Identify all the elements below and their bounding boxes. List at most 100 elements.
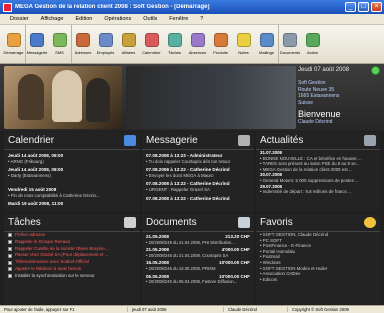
menu-bar: Dossier Affichage Edition Opérations Out… xyxy=(0,14,384,25)
document-item[interactable]: 05.05.2008 10'000.00 CHF • 20/2008/240 du… xyxy=(142,274,254,285)
toolbar-button-calendrier[interactable]: Calendrier xyxy=(140,25,163,63)
menu-help[interactable]: ? xyxy=(194,16,209,22)
toolbar-label: SMS xyxy=(55,50,64,55)
toolbar-button-notes[interactable]: Notes xyxy=(232,25,255,63)
app-icon xyxy=(3,2,12,12)
toolbar-button-adresses[interactable]: Adresses xyxy=(71,25,94,63)
start-page: Jeudi 07 août 2008 Soft Gestion Route Ne… xyxy=(0,64,384,305)
demarrage-icon xyxy=(6,33,21,47)
toolbar-button-sms[interactable]: SMS xyxy=(48,25,71,63)
message-item[interactable]: 07.08.2008 à 13:22 - Catherine Décrind • … xyxy=(142,167,254,178)
toolbar-label: Documents xyxy=(279,50,301,55)
menu-affichage[interactable]: Affichage xyxy=(35,16,70,22)
calendar-event[interactable]: Jeudi 14 août 2008, 08:00 • ARNG (Fribour… xyxy=(4,153,140,164)
calendar-event[interactable]: Mardi 19 août 2008, 11:00 xyxy=(4,201,140,207)
toolbar-button-documents[interactable]: Documents xyxy=(278,25,301,63)
message-item[interactable]: 07.08.2008 à 13:23 - Administrateur • Tu … xyxy=(142,153,254,164)
task-checkbox[interactable] xyxy=(8,267,12,272)
task-checkbox[interactable] xyxy=(8,260,12,265)
task-item[interactable]: Installer la synchronisation sur le serv… xyxy=(4,273,140,280)
window-title-bar: MEGA Gestion de la relation client 2008 … xyxy=(0,0,384,14)
document-item[interactable]: 21.05.2008 4'000.00 CHF • 20/2008/246 du … xyxy=(142,247,254,258)
documents-icon xyxy=(283,33,297,47)
toolbar-button-produits[interactable]: Produits xyxy=(209,25,232,63)
task-item[interactable]: Fichier adresse xyxy=(4,232,140,239)
toolbar-button-mailings[interactable]: Mailings xyxy=(255,25,278,63)
action-icon xyxy=(305,33,320,47)
toolbar-label: Notes xyxy=(238,50,249,55)
sms-icon xyxy=(52,33,67,47)
menu-fenetre[interactable]: Fenêtre xyxy=(163,16,194,22)
calendar-panel-cont: Vendredi 15 août 2008 • Fin de mois compt… xyxy=(4,184,140,212)
task-item[interactable]: Télémaintenance avec Sodirel-Officiel xyxy=(4,259,140,266)
toolbar-button-action[interactable]: Action xyxy=(301,25,324,63)
task-checkbox[interactable] xyxy=(8,246,12,251)
status-hint: Pour ajouter de l'aide, appuyez sur F1 xyxy=(0,307,128,312)
task-checkbox[interactable] xyxy=(8,233,12,238)
close-button[interactable]: × xyxy=(371,2,382,12)
menu-operations[interactable]: Opérations xyxy=(98,16,137,22)
documents-heading[interactable]: Documents xyxy=(146,217,197,228)
favorites-heading[interactable]: Favoris xyxy=(260,217,293,228)
task-item[interactable]: Appeler le Médecin à avoir besoin xyxy=(4,266,140,273)
news-item[interactable]: • Indemnité de départ : 9,8 millions de … xyxy=(256,189,380,195)
task-item[interactable]: Rappeler Camille de la société Olivier B… xyxy=(4,246,140,253)
menu-edition[interactable]: Edition xyxy=(70,16,99,22)
toolbar-label: Démarrage xyxy=(3,50,24,55)
menu-dossier[interactable]: Dossier xyxy=(4,16,35,22)
task-item[interactable]: Passer chez Grazel SA (Pour déplacement … xyxy=(4,252,140,259)
minimize-button[interactable]: _ xyxy=(345,2,356,12)
toolbar-button-employes[interactable]: Employés xyxy=(94,25,117,63)
tasks-panel: Tâches Fichier adresse Rappeler le Group… xyxy=(4,214,140,304)
task-checkbox[interactable] xyxy=(8,253,12,258)
maximize-button[interactable]: □ xyxy=(358,2,369,12)
menu-outils[interactable]: Outils xyxy=(137,16,163,22)
banner-image xyxy=(126,66,296,129)
window-title: MEGA Gestion de la relation client 2008 … xyxy=(15,4,210,10)
status-date: jeudi 07 août 2008 xyxy=(128,307,224,312)
mail-icon xyxy=(238,135,250,146)
status-bar: Pour ajouter de l'aide, appuyez sur F1 j… xyxy=(0,305,384,313)
refresh-icon[interactable] xyxy=(371,66,380,75)
toolbar-button-demarrage[interactable]: Démarrage xyxy=(2,25,25,63)
company-card: Jeudi 07 août 2008 Soft Gestion Route Ne… xyxy=(298,67,380,129)
toolbar-label: Adresses xyxy=(74,50,92,55)
toolbar-button-messagerie[interactable]: Messagerie xyxy=(25,25,48,63)
star-icon xyxy=(364,217,376,228)
toolbar-label: Affaires xyxy=(121,50,136,55)
banner-photo xyxy=(4,66,122,129)
newspaper-icon xyxy=(364,135,376,146)
calendar-event[interactable]: Jeudi 14 août 2008, 08:00 • Darty (Estava… xyxy=(4,167,140,178)
task-checkbox[interactable] xyxy=(8,274,12,279)
news-heading[interactable]: Actualités xyxy=(260,135,303,146)
messagerie-icon xyxy=(30,33,44,47)
documents-icon xyxy=(238,217,250,228)
message-item[interactable]: 07.08.2008 à 13:22 - Catherine Décrind xyxy=(142,196,254,202)
tasks-heading[interactable]: Tâches xyxy=(8,217,41,228)
affaires-icon xyxy=(121,33,136,47)
absences-icon xyxy=(190,33,205,47)
news-panel: Actualités 31.07.2008 • BONNE NOUVELLE :… xyxy=(256,132,380,212)
current-date: Jeudi 07 août 2008 xyxy=(298,67,350,73)
task-checkbox[interactable] xyxy=(8,240,12,245)
toolbar-button-taches[interactable]: Tâches xyxy=(163,25,186,63)
message-item[interactable]: 07.08.2008 à 13:22 - Catherine Décrind • … xyxy=(142,181,254,192)
favorite-link[interactable]: Edicom xyxy=(256,277,380,283)
messaging-heading[interactable]: Messagerie xyxy=(146,135,198,146)
document-item[interactable]: 15.05.2008 10'000.00 CHF • 20/2008/245 du… xyxy=(142,260,254,271)
toolbar-button-absences[interactable]: Absences xyxy=(186,25,209,63)
calendar-heading[interactable]: Calendrier xyxy=(8,135,54,146)
mailings-icon xyxy=(259,33,274,47)
toolbar-label: Mailings xyxy=(259,50,274,55)
calendar-event[interactable]: Vendredi 15 août 2008 • Fin de mois compt… xyxy=(4,187,140,198)
toolbar-label: Absences xyxy=(188,50,207,55)
welcome-text: Bienvenue xyxy=(298,109,341,119)
main-toolbar: Démarrage Messagerie SMS Adresses Employés Af… xyxy=(0,25,384,64)
toolbar-button-affaires[interactable]: Affaires xyxy=(117,25,140,63)
documents-panel: Documents 21.05.2008 213.20 CHF • 20/2008… xyxy=(142,214,254,304)
produits-icon xyxy=(213,33,228,47)
document-item[interactable]: 21.05.2008 213.20 CHF • 20/2008/249 du 21… xyxy=(142,234,254,245)
task-item[interactable]: Rappeler le Groupe Renaud xyxy=(4,239,140,246)
toolbar-label: Action xyxy=(306,50,319,55)
toolbar-label: Messagerie xyxy=(26,50,48,55)
